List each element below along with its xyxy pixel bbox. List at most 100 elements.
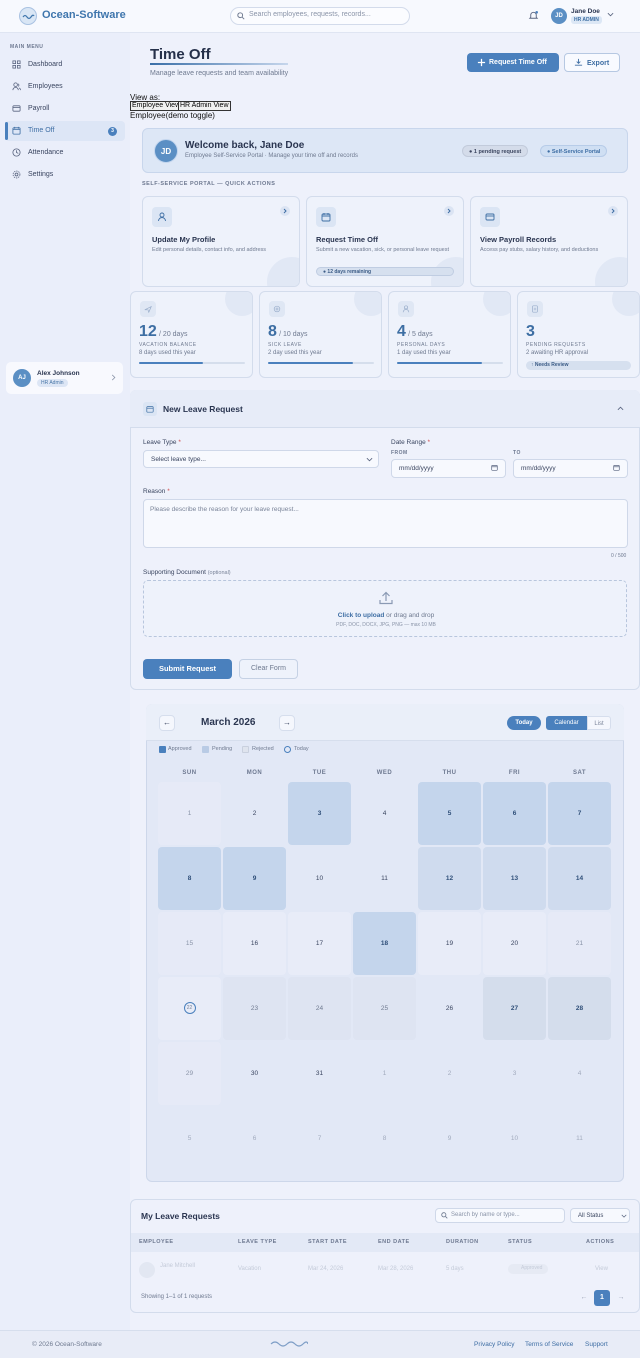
app-logo-text[interactable]: Ocean-Software <box>42 9 126 21</box>
calendar-day[interactable]: 24 <box>288 977 351 1040</box>
calendar-view-button[interactable]: Calendar <box>546 716 587 730</box>
employee-view-button[interactable]: Employee View <box>130 101 183 111</box>
calendar-day[interactable]: 26 <box>418 977 481 1040</box>
calendar-day[interactable]: 6 <box>483 782 546 845</box>
pending-request-pill[interactable]: ● 1 pending request <box>462 145 529 157</box>
label-text: Leave Type <box>143 439 177 446</box>
calendar-day[interactable]: 18 <box>353 912 416 975</box>
calendar-day[interactable]: 17 <box>288 912 351 975</box>
today-button[interactable]: Today <box>507 716 541 730</box>
calendar-icon <box>491 465 498 471</box>
sidebar-item-attendance[interactable] <box>5 143 125 163</box>
calendar-day[interactable]: 2 <box>223 782 286 845</box>
calendar-day[interactable]: 3 <box>483 1042 546 1105</box>
calendar-day[interactable]: 4 <box>548 1042 611 1105</box>
calendar-day[interactable]: 14 <box>548 847 611 910</box>
calendar-day[interactable]: 22 <box>158 977 221 1040</box>
page-title: Time Off <box>150 46 211 63</box>
header-avatar[interactable]: JD <box>551 8 567 24</box>
chevron-up-icon[interactable] <box>617 406 624 411</box>
calendar-day[interactable]: 8 <box>158 847 221 910</box>
upload-link[interactable]: Click to upload <box>338 612 385 619</box>
requests-title: My Leave Requests <box>141 1211 220 1221</box>
leave-type-select[interactable]: Select leave type... <box>143 450 379 468</box>
calendar-day[interactable]: 1 <box>353 1042 416 1105</box>
calendar-day[interactable]: 16 <box>223 912 286 975</box>
calendar-day[interactable]: 8 <box>353 1107 416 1170</box>
submit-request-button[interactable]: Submit Request <box>143 659 232 679</box>
pagination-summary: Showing 1–1 of 1 requests <box>141 1294 213 1300</box>
quick-actions-label: SELF-SERVICE PORTAL — QUICK ACTIONS <box>142 181 276 187</box>
bell-icon[interactable] <box>528 10 539 21</box>
support-link[interactable]: Support <box>585 1341 608 1348</box>
file-dropzone[interactable]: Click to upload or drag and drop PDF, DO… <box>143 580 627 637</box>
calendar-day[interactable]: 25 <box>353 977 416 1040</box>
chevron-down-icon[interactable] <box>607 12 614 17</box>
next-page-button[interactable]: → <box>613 1290 629 1306</box>
date-range-label: Date Range * <box>391 439 430 446</box>
sidebar-item-settings[interactable] <box>5 165 125 185</box>
stat-value-line: 3 <box>526 323 535 341</box>
calendar-day[interactable]: 10 <box>288 847 351 910</box>
terms-link[interactable]: Terms of Service <box>525 1341 573 1348</box>
from-date-input[interactable]: mm/dd/yyyy <box>391 459 506 478</box>
prev-page-button[interactable]: ← <box>576 1290 592 1306</box>
request-time-off-label: Request Time Off <box>489 59 547 66</box>
calendar-day[interactable]: 11 <box>353 847 416 910</box>
label-text: Reason <box>143 488 166 495</box>
stat-sub: 2 day used this year <box>268 350 322 356</box>
calendar-day[interactable]: 15 <box>158 912 221 975</box>
calendar-day[interactable]: 5 <box>418 782 481 845</box>
label-text: Supporting Document <box>143 569 206 576</box>
calendar-day[interactable]: 4 <box>353 782 416 845</box>
chevron-right-icon <box>608 206 618 216</box>
footer-copyright: © 2026 Ocean-Software <box>32 1341 102 1348</box>
calendar-day[interactable]: 21 <box>548 912 611 975</box>
avatar: JD <box>154 139 178 163</box>
sidebar-item-employees[interactable] <box>5 77 125 97</box>
legend-swatch-pending <box>202 746 209 753</box>
calendar-day[interactable]: 10 <box>483 1107 546 1170</box>
calendar-day[interactable]: 27 <box>483 977 546 1040</box>
calendar-day[interactable]: 7 <box>548 782 611 845</box>
reason-label: Reason * <box>143 488 170 495</box>
calendar-day[interactable]: 12 <box>418 847 481 910</box>
qa-title: Update My Profile <box>152 235 216 244</box>
calendar-day[interactable]: 31 <box>288 1042 351 1105</box>
export-button[interactable]: Export <box>564 53 620 72</box>
sidebar-item-dashboard[interactable] <box>5 55 125 75</box>
calendar-day[interactable]: 9 <box>223 847 286 910</box>
calendar-day[interactable]: 2 <box>418 1042 481 1105</box>
calendar-day[interactable]: 6 <box>223 1107 286 1170</box>
calendar-day[interactable]: 29 <box>158 1042 221 1105</box>
list-view-button[interactable]: List <box>587 716 611 730</box>
calendar-day[interactable]: 7 <box>288 1107 351 1170</box>
privacy-policy-link[interactable]: Privacy Policy <box>474 1341 514 1348</box>
weekday-header: WED <box>376 770 393 776</box>
clear-form-button[interactable]: Clear Form <box>239 659 298 679</box>
calendar-day[interactable]: 20 <box>483 912 546 975</box>
request-time-off-button[interactable]: Request Time Off <box>467 53 559 72</box>
hr-admin-view-button[interactable]: HR Admin View <box>178 101 231 111</box>
calendar-day[interactable]: 1 <box>158 782 221 845</box>
qa-icon-box <box>152 207 172 227</box>
calendar-day[interactable]: 23 <box>223 977 286 1040</box>
view-toggle-note: Employee(demo toggle) <box>130 111 215 120</box>
to-date-input[interactable]: mm/dd/yyyy <box>513 459 628 478</box>
calendar-day[interactable]: 5 <box>158 1107 221 1170</box>
stat-sub: 2 awaiting HR approval <box>526 350 589 356</box>
plus-icon <box>477 58 486 67</box>
next-month-button[interactable]: → <box>279 715 295 731</box>
sidebar-item-time-off[interactable] <box>5 121 125 141</box>
prev-month-button[interactable]: ← <box>159 715 175 731</box>
page-1-button[interactable]: 1 <box>594 1290 610 1306</box>
calendar-day[interactable]: 28 <box>548 977 611 1040</box>
calendar-day[interactable]: 11 <box>548 1107 611 1170</box>
calendar-day[interactable]: 13 <box>483 847 546 910</box>
calendar-day[interactable]: 30 <box>223 1042 286 1105</box>
calendar-day[interactable]: 9 <box>418 1107 481 1170</box>
calendar-day[interactable]: 3 <box>288 782 351 845</box>
sidebar-item-payroll[interactable] <box>5 99 125 119</box>
table-action-link[interactable]: View <box>595 1266 608 1272</box>
calendar-day[interactable]: 19 <box>418 912 481 975</box>
